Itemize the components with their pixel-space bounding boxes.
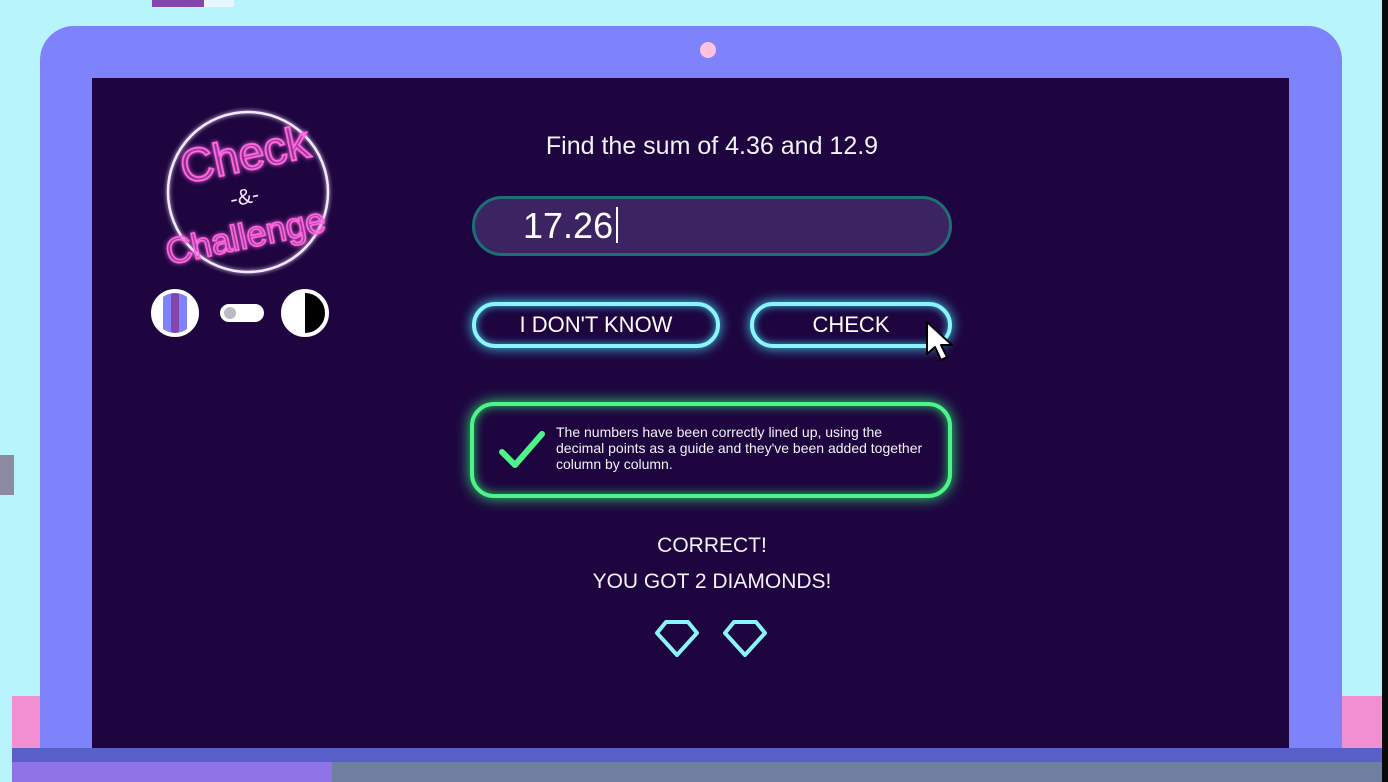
i-dont-know-button[interactable]: I DON'T KNOW <box>472 302 720 348</box>
logo-line-check: Check <box>175 115 314 193</box>
bottom-strip-left <box>12 762 332 782</box>
logo-line-challenge: Challenge <box>162 199 329 273</box>
check-and-challenge-logo: Check -&- Challenge <box>148 100 348 280</box>
laptop-base <box>12 748 1382 762</box>
high-contrast-mode-icon[interactable] <box>280 288 330 338</box>
left-edge-tab <box>0 455 14 495</box>
right-edge <box>1382 0 1388 782</box>
check-button[interactable]: CHECK <box>750 302 952 348</box>
diamond-icon <box>655 620 699 657</box>
result-status: CORRECT! <box>657 534 767 557</box>
camera-dot <box>700 42 716 58</box>
text-caret <box>616 207 619 244</box>
feedback-box: The numbers have been correctly lined up… <box>470 402 952 498</box>
mode-switch[interactable] <box>220 304 264 322</box>
question-text: Find the sum of 4.36 and 12.9 <box>545 132 879 160</box>
laptop-frame: Check -&- Challenge Find the sum of 4.36… <box>40 26 1342 756</box>
reward-text: YOU GOT 2 DIAMONDS! <box>592 570 832 593</box>
top-edge-mark <box>152 0 204 7</box>
top-edge-mark-light <box>204 0 234 7</box>
feedback-text: The numbers have been correctly lined up… <box>556 424 923 472</box>
checkmark-icon <box>499 431 545 468</box>
answer-value: 17.26 <box>523 205 614 246</box>
logo-line-ampersand: -&- <box>227 181 261 212</box>
mouse-pointer-icon <box>926 321 953 361</box>
answer-input[interactable]: 17.26 <box>472 196 952 256</box>
diamond-icon <box>723 620 767 657</box>
striped-color-mode-icon[interactable] <box>150 288 200 338</box>
bottom-strip-right <box>332 762 1382 782</box>
color-mode-toggle[interactable] <box>150 286 340 340</box>
mode-switch-knob[interactable] <box>224 307 236 319</box>
game-screen: Check -&- Challenge Find the sum of 4.36… <box>92 78 1289 750</box>
